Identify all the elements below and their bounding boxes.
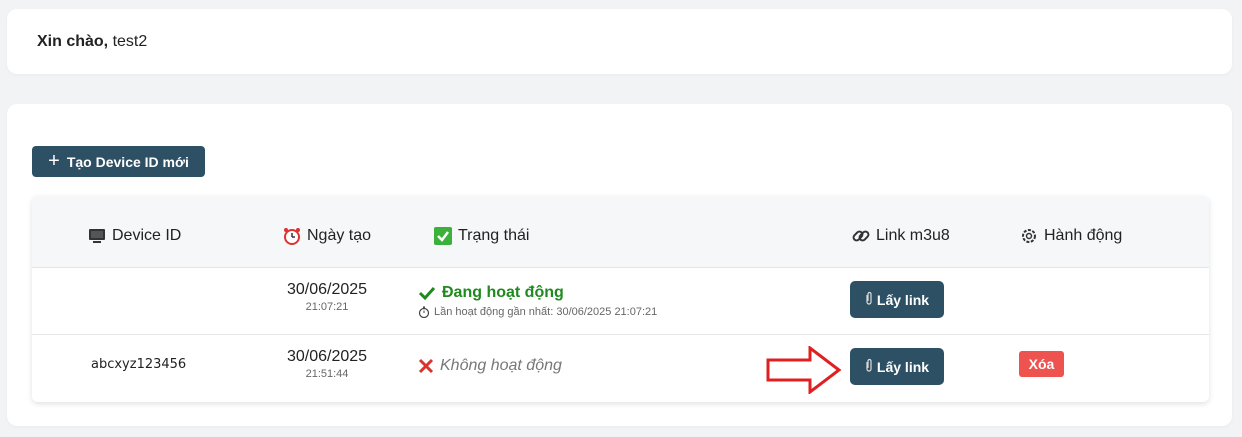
greeting-card: Xin chào, test2 bbox=[7, 9, 1232, 74]
header-device-id-label: Device ID bbox=[112, 227, 182, 244]
header-link-label: Link m3u8 bbox=[876, 227, 950, 244]
greeting-prefix: Xin chào, bbox=[37, 33, 109, 50]
get-link-label: Lấy link bbox=[876, 291, 930, 308]
table-row: 30/06/2025 21:07:21 Đang hoạt động Lần h… bbox=[32, 268, 1209, 335]
paperclip-icon bbox=[865, 291, 873, 308]
link-icon bbox=[852, 230, 870, 242]
create-device-id-button[interactable]: + Tạo Device ID mới bbox=[32, 146, 205, 177]
table-row: abcxyz123456 30/06/2025 21:51:44 Không h… bbox=[32, 335, 1209, 402]
device-panel: + Tạo Device ID mới Device ID Ngày tạo T… bbox=[7, 104, 1232, 426]
status-inactive: Không hoạt động bbox=[418, 357, 562, 375]
device-id-cell: abcxyz123456 bbox=[91, 357, 187, 372]
table-header: Device ID Ngày tạo Trạng thái Link m3u8 … bbox=[32, 196, 1209, 268]
create-device-id-label: Tạo Device ID mới bbox=[66, 153, 189, 170]
last-active-label: Lần hoạt động gần nhất: 30/06/2025 21:07… bbox=[434, 306, 658, 318]
header-status-label: Trạng thái bbox=[458, 227, 530, 244]
header-status: Trạng thái bbox=[434, 227, 529, 245]
greeting-text: Xin chào, test2 bbox=[37, 33, 147, 51]
header-action-label: Hành động bbox=[1044, 227, 1123, 244]
check-box-icon bbox=[434, 227, 452, 245]
header-action: Hành động bbox=[1020, 227, 1122, 245]
check-mark-icon bbox=[418, 286, 436, 300]
created-time: 21:07:21 bbox=[305, 301, 349, 313]
paperclip-icon bbox=[865, 358, 873, 375]
device-table: Device ID Ngày tạo Trạng thái Link m3u8 … bbox=[32, 196, 1209, 402]
get-link-label: Lấy link bbox=[876, 358, 930, 375]
created-date: 30/06/2025 bbox=[286, 281, 368, 298]
status-active-label: Đang hoạt động bbox=[442, 284, 564, 301]
last-active: Lần hoạt động gần nhất: 30/06/2025 21:07… bbox=[418, 306, 657, 318]
get-link-button[interactable]: Lấy link bbox=[850, 281, 944, 318]
stopwatch-icon bbox=[418, 306, 430, 318]
alarm-clock-icon bbox=[284, 228, 300, 245]
header-created: Ngày tạo bbox=[283, 227, 371, 245]
created-time: 21:51:44 bbox=[305, 368, 349, 380]
cross-mark-icon bbox=[418, 358, 434, 374]
greeting-user: test2 bbox=[112, 33, 148, 50]
created-date: 30/06/2025 bbox=[286, 348, 368, 365]
header-device-id: Device ID bbox=[88, 227, 181, 245]
plus-icon: + bbox=[48, 149, 60, 172]
monitor-icon bbox=[89, 229, 105, 243]
annotation-arrow-icon bbox=[766, 346, 842, 394]
header-link: Link m3u8 bbox=[852, 227, 950, 245]
delete-button[interactable]: Xóa bbox=[1019, 351, 1064, 377]
status-inactive-label: Không hoạt động bbox=[440, 357, 562, 374]
header-created-label: Ngày tạo bbox=[307, 227, 372, 244]
status-active: Đang hoạt động bbox=[418, 284, 564, 302]
gear-icon bbox=[1022, 229, 1036, 243]
get-link-button[interactable]: Lấy link bbox=[850, 348, 944, 385]
